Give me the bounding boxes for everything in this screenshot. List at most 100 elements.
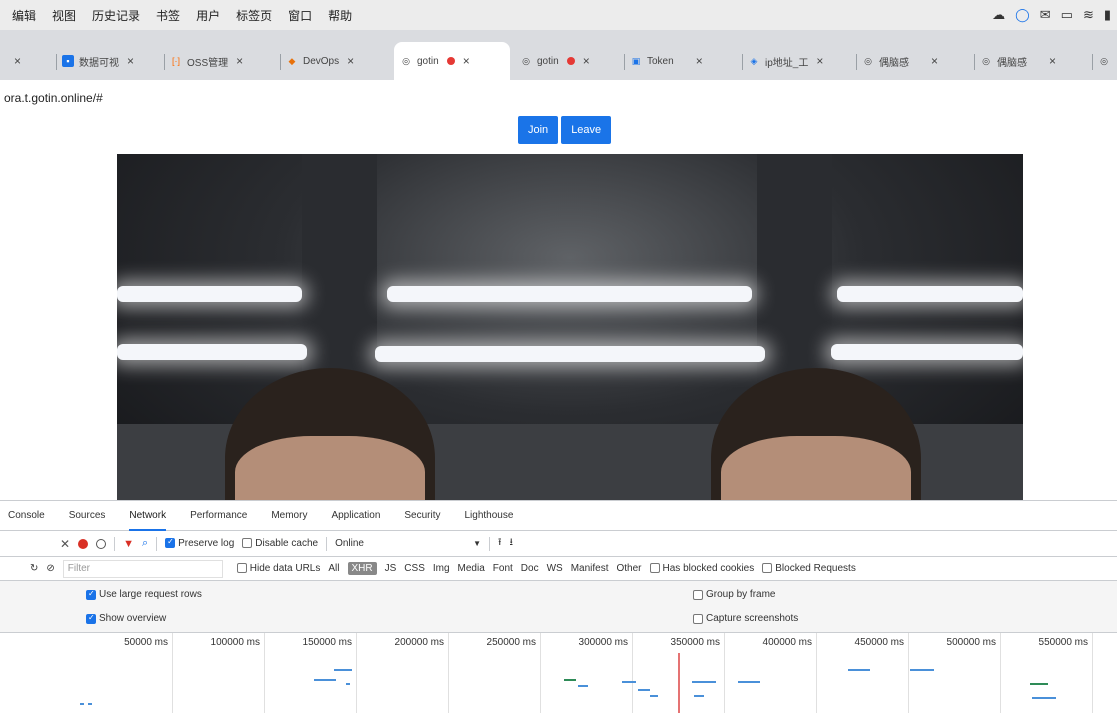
tab-page-10[interactable]: ◎ 偶脑感 × [974,44,1093,78]
clear-icon[interactable] [96,538,107,549]
wifi-icon[interactable]: ≋ [1083,7,1094,23]
type-media[interactable]: Media [458,563,485,574]
tab-security[interactable]: Security [404,501,440,531]
battery-icon[interactable]: ▮ [1104,7,1111,23]
chevron-down-icon[interactable]: ▼ [473,539,481,548]
tab-overflow[interactable]: ◎ [1092,44,1117,78]
close-icon[interactable]: × [14,54,21,68]
close-icon[interactable]: × [696,54,703,68]
status-circle-icon[interactable]: ◯ [1015,7,1030,23]
tab-console[interactable]: Console [8,501,45,531]
type-xhr[interactable]: XHR [347,562,377,575]
join-button[interactable]: Join [518,116,559,144]
record-icon[interactable] [78,538,89,549]
tick-label: 400000 ms [762,637,812,648]
tab-label: Token [647,55,674,67]
bracket-icon: [·] [172,56,180,66]
show-overview-checkbox[interactable]: Show overview [86,613,166,624]
tab-label: gotin [537,55,559,67]
tab-page-9[interactable]: ◎ 偶脑感 × [856,44,975,78]
network-toolbar: ✕ ▼ ⌕ Preserve log Disable cache Online … [0,531,1117,557]
disable-cache-checkbox[interactable]: Disable cache [242,538,318,549]
url-text[interactable]: ora.t.gotin.online/# [4,91,103,105]
tab-network[interactable]: Network [129,501,166,531]
large-rows-checkbox[interactable]: Use large request rows [86,589,202,600]
display-icon[interactable]: ▭ [1061,7,1073,23]
tab-data-visual[interactable]: ▪ 数据可视 × [56,44,165,78]
has-blocked-cookies-checkbox[interactable]: Has blocked cookies [649,563,754,574]
tick-label: 250000 ms [486,637,536,648]
close-icon[interactable]: × [127,54,134,68]
menu-edit[interactable]: 编辑 [12,7,36,24]
menu-user[interactable]: 用户 [196,7,220,24]
close-icon[interactable]: × [583,54,590,68]
menu-history[interactable]: 历史记录 [92,7,140,24]
tab-devops[interactable]: ◆ DevOps × [280,44,392,78]
tab-gotin-active[interactable]: ◎ gotin × [394,42,510,80]
filter-input[interactable]: Filter [62,559,223,578]
import-har-icon[interactable]: ⭱ [498,535,502,552]
menu-window[interactable]: 窗口 [288,7,312,24]
wechat-icon[interactable]: ✉ [1040,7,1051,23]
tab-memory[interactable]: Memory [271,501,307,531]
hide-data-urls-label: Hide data URLs [249,563,321,574]
tab-sources[interactable]: Sources [69,501,106,531]
type-ws[interactable]: WS [547,563,563,574]
tab-label: OSS管理 [187,57,229,69]
export-har-icon[interactable]: ⭳ [510,535,514,552]
menu-help[interactable]: 帮助 [328,7,352,24]
filter-icon[interactable]: ▼ [123,538,134,550]
devops-icon: ◆ [288,56,296,66]
menu-tabs[interactable]: 标签页 [236,7,272,24]
large-rows-label: Use large request rows [99,589,202,600]
close-icon[interactable]: × [931,54,938,68]
type-manifest[interactable]: Manifest [571,563,609,574]
type-css[interactable]: CSS [404,563,425,574]
leave-button[interactable]: Leave [561,116,612,144]
close-icon[interactable]: × [236,54,243,68]
capture-screenshots-label: Capture screenshots [706,613,799,624]
group-by-frame-checkbox[interactable]: Group by frame [693,589,775,600]
throttle-select[interactable]: Online [335,538,465,549]
blocked-requests-checkbox[interactable]: Blocked Requests [762,563,856,574]
type-js[interactable]: JS [385,563,397,574]
preserve-log-checkbox[interactable]: Preserve log [165,537,235,549]
close-icon[interactable]: × [347,54,354,68]
search-icon[interactable]: ⌕ [142,537,148,550]
tab-oss[interactable]: [·] OSS管理 × [164,44,281,78]
hide-data-urls-checkbox[interactable]: Hide data URLs [236,563,321,574]
capture-screenshots-checkbox[interactable]: Capture screenshots [693,613,798,624]
menu-view[interactable]: 视图 [52,7,76,24]
page-content: Join Leave [0,116,1117,500]
tab-performance[interactable]: Performance [190,501,247,531]
type-img[interactable]: Img [433,563,450,574]
type-font[interactable]: Font [493,563,513,574]
refresh-icon[interactable]: ↻ [30,563,38,574]
type-all[interactable]: All [328,563,339,574]
group-by-frame-label: Group by frame [706,589,776,600]
type-other[interactable]: Other [617,563,642,574]
network-overview[interactable]: 50000 ms 100000 ms 150000 ms 200000 ms 2… [78,633,1117,713]
close-icon[interactable]: ✕ [60,537,70,551]
tab-token[interactable]: ▣ Token × [624,44,743,78]
close-icon[interactable]: × [463,54,470,68]
tick-label: 150000 ms [302,637,352,648]
network-settings: Use large request rows Show overview Gro… [0,581,1117,633]
tab-label: 数据可视 [79,57,119,69]
tab-ip-address[interactable]: ◈ ip地址_工 × [742,44,857,78]
menu-bookmarks[interactable]: 书签 [156,7,180,24]
tab-application[interactable]: Application [331,501,380,531]
preserve-log-label: Preserve log [178,538,235,549]
address-bar[interactable]: ora.t.gotin.online/# [0,80,1117,116]
tab-label: gotin [417,55,439,67]
cloud-icon[interactable]: ☁ [992,7,1005,23]
tab-gotin[interactable]: ◎ gotin × [514,44,625,78]
tick-label: 300000 ms [578,637,628,648]
close-icon[interactable]: × [1049,54,1056,68]
type-doc[interactable]: Doc [521,563,539,574]
tab-partial[interactable]: × [0,44,57,78]
block-icon[interactable]: ⊘ [46,563,54,574]
tab-lighthouse[interactable]: Lighthouse [465,501,514,531]
close-icon[interactable]: × [816,54,823,68]
tab-label: ip地址_工 [765,57,809,69]
